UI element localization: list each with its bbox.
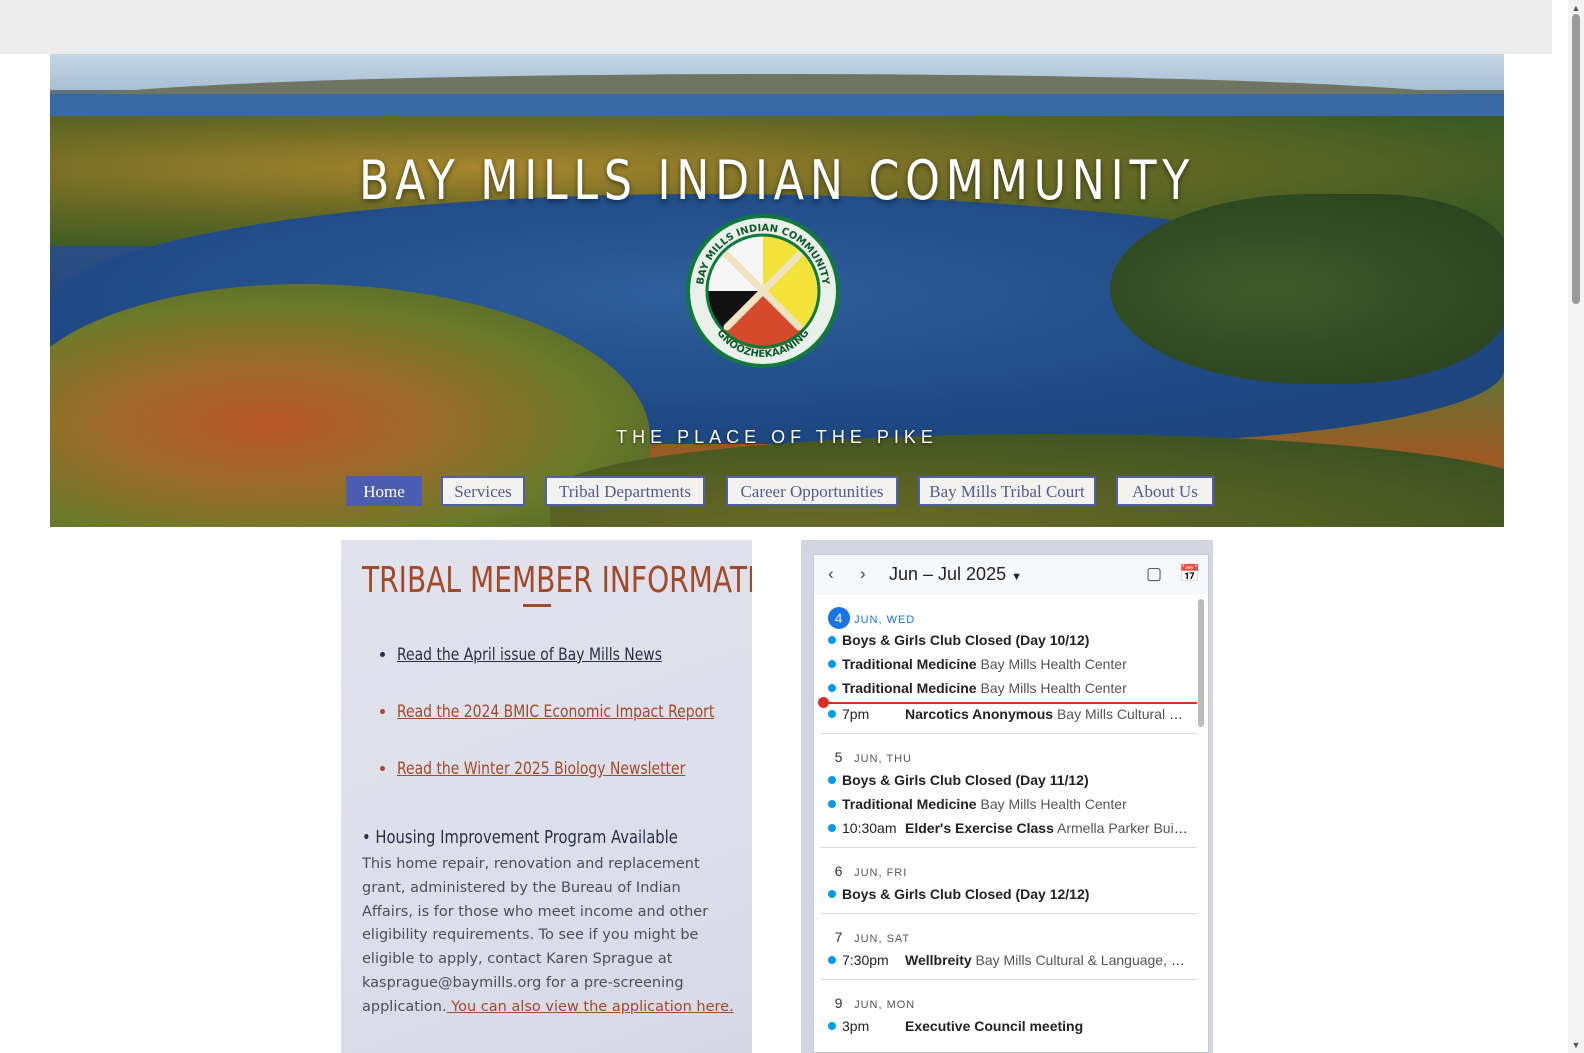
page-scrollbar[interactable]: ▲ ▼ <box>1568 0 1584 1053</box>
event-item[interactable]: 10:30am Elder's Exercise Class Armella Pa… <box>828 820 1188 842</box>
day-label: JUN, THU <box>854 753 912 765</box>
event-item[interactable]: Traditional Medicine Bay Mills Health Ce… <box>828 680 1188 702</box>
event-dot <box>828 636 836 644</box>
day-separator <box>820 847 1197 848</box>
day-separator <box>820 733 1197 734</box>
event-item[interactable]: 7:30pm Wellbreity Bay Mills Cultural & La… <box>828 952 1188 974</box>
nav-about-us[interactable]: About Us <box>1116 476 1214 506</box>
event-dot <box>828 824 836 832</box>
list-item: Read the April issue of Bay Mills News <box>397 645 752 665</box>
day-number: 7 <box>834 929 844 945</box>
event-item[interactable]: Boys & Girls Club Closed (Day 11/12) <box>828 772 1188 794</box>
current-time-line <box>824 702 1197 704</box>
event-dot <box>828 890 836 898</box>
calendar-icon[interactable]: 📅 <box>1179 564 1200 584</box>
event-item[interactable]: Boys & Girls Club Closed (Day 12/12) <box>828 886 1188 908</box>
news-links-list: Read the April issue of Bay Mills News R… <box>377 645 752 816</box>
nav-services[interactable]: Services <box>441 476 525 506</box>
prev-icon[interactable]: ‹ <box>828 564 834 584</box>
nav-home[interactable]: Home <box>346 476 422 506</box>
event-item[interactable]: Boys & Girls Club Closed (Day 10/12) <box>828 632 1188 654</box>
date-range-label: Jun – Jul 2025 <box>889 564 1007 584</box>
tribal-seal-logo: BAY MILLS INDIAN COMMUNITY GNOOZHEKAANIN… <box>686 214 840 368</box>
economic-impact-report-link[interactable]: Read the 2024 BMIC Economic Impact Repor… <box>397 702 714 722</box>
housing-description: This home repair, renovation and replace… <box>362 853 734 1020</box>
day-header: 6 JUN, FRI <box>828 860 907 880</box>
section-title: TRIBAL MEMBER INFORMATION <box>362 560 752 601</box>
nav-career-opportunities[interactable]: Career Opportunities <box>726 476 898 506</box>
list-item: Read the Winter 2025 Biology Newsletter <box>397 759 752 779</box>
event-item[interactable]: Traditional Medicine Bay Mills Health Ce… <box>828 656 1188 678</box>
event-item[interactable]: 3pm Executive Council meeting <box>828 1018 1188 1040</box>
agenda-calendar: ‹ › Jun – Jul 2025 ▼ ▢ 📅 4 JUN, WED Boys… <box>813 554 1209 1053</box>
event-dot <box>828 1022 836 1030</box>
day-header: 7 JUN, SAT <box>828 926 910 946</box>
chevron-down-icon: ▼ <box>1011 571 1022 583</box>
day-number: 4 <box>828 607 850 629</box>
event-dot <box>828 800 836 808</box>
housing-body-text: This home repair, renovation and replace… <box>362 856 709 1015</box>
calendar-embed: ‹ › Jun – Jul 2025 ▼ ▢ 📅 4 JUN, WED Boys… <box>801 540 1213 1053</box>
browser-top-strip <box>0 0 1552 54</box>
event-item[interactable]: Traditional Medicine Bay Mills Health Ce… <box>828 796 1188 818</box>
day-number: 5 <box>834 749 844 765</box>
day-number: 9 <box>834 995 844 1011</box>
event-dot <box>828 660 836 668</box>
nav-tribal-departments[interactable]: Tribal Departments <box>545 476 705 506</box>
calendar-scrollbar[interactable] <box>1198 599 1204 727</box>
day-separator <box>820 979 1197 980</box>
list-item: Read the 2024 BMIC Economic Impact Repor… <box>397 702 752 722</box>
day-label: JUN, WED <box>854 614 916 626</box>
day-separator <box>820 913 1197 914</box>
day-label: JUN, SAT <box>854 933 911 945</box>
next-icon[interactable]: › <box>860 564 866 584</box>
tribal-member-info-panel: TRIBAL MEMBER INFORMATION Read the April… <box>341 540 752 1053</box>
scroll-thumb[interactable] <box>1572 14 1580 304</box>
day-header: 5 JUN, THU <box>828 746 912 766</box>
nav-tribal-court[interactable]: Bay Mills Tribal Court <box>918 476 1096 506</box>
site-tagline: THE PLACE OF THE PIKE <box>616 427 938 447</box>
event-dot <box>828 956 836 964</box>
event-item[interactable]: 7pm Narcotics Anonymous Bay Mills Cultura… <box>828 706 1188 728</box>
event-dot <box>828 776 836 784</box>
bay-mills-news-link[interactable]: Read the April issue of Bay Mills News <box>397 645 662 665</box>
day-header: 4 JUN, WED <box>828 607 916 629</box>
day-number: 6 <box>834 863 844 879</box>
day-header: 9 JUN, MON <box>828 992 915 1012</box>
date-range-selector[interactable]: Jun – Jul 2025 ▼ <box>889 564 1022 585</box>
housing-heading: • Housing Improvement Program Available <box>362 827 678 848</box>
biology-newsletter-link[interactable]: Read the Winter 2025 Biology Newsletter <box>397 759 685 779</box>
event-dot <box>828 710 836 718</box>
scroll-down-icon[interactable]: ▼ <box>1568 1037 1584 1053</box>
hero-banner: BAY MILLS INDIAN COMMUNITY BAY MILLS IND… <box>50 54 1504 527</box>
day-label: JUN, FRI <box>854 867 908 879</box>
housing-application-link[interactable]: You can also view the application here. <box>447 999 734 1015</box>
calendar-toolbar: ‹ › Jun – Jul 2025 ▼ ▢ 📅 <box>814 555 1208 595</box>
site-title: BAY MILLS INDIAN COMMUNITY <box>358 149 1196 212</box>
event-dot <box>828 684 836 692</box>
feedback-icon[interactable]: ▢ <box>1146 564 1162 584</box>
title-underline <box>523 604 551 607</box>
day-label: JUN, MON <box>854 999 916 1011</box>
